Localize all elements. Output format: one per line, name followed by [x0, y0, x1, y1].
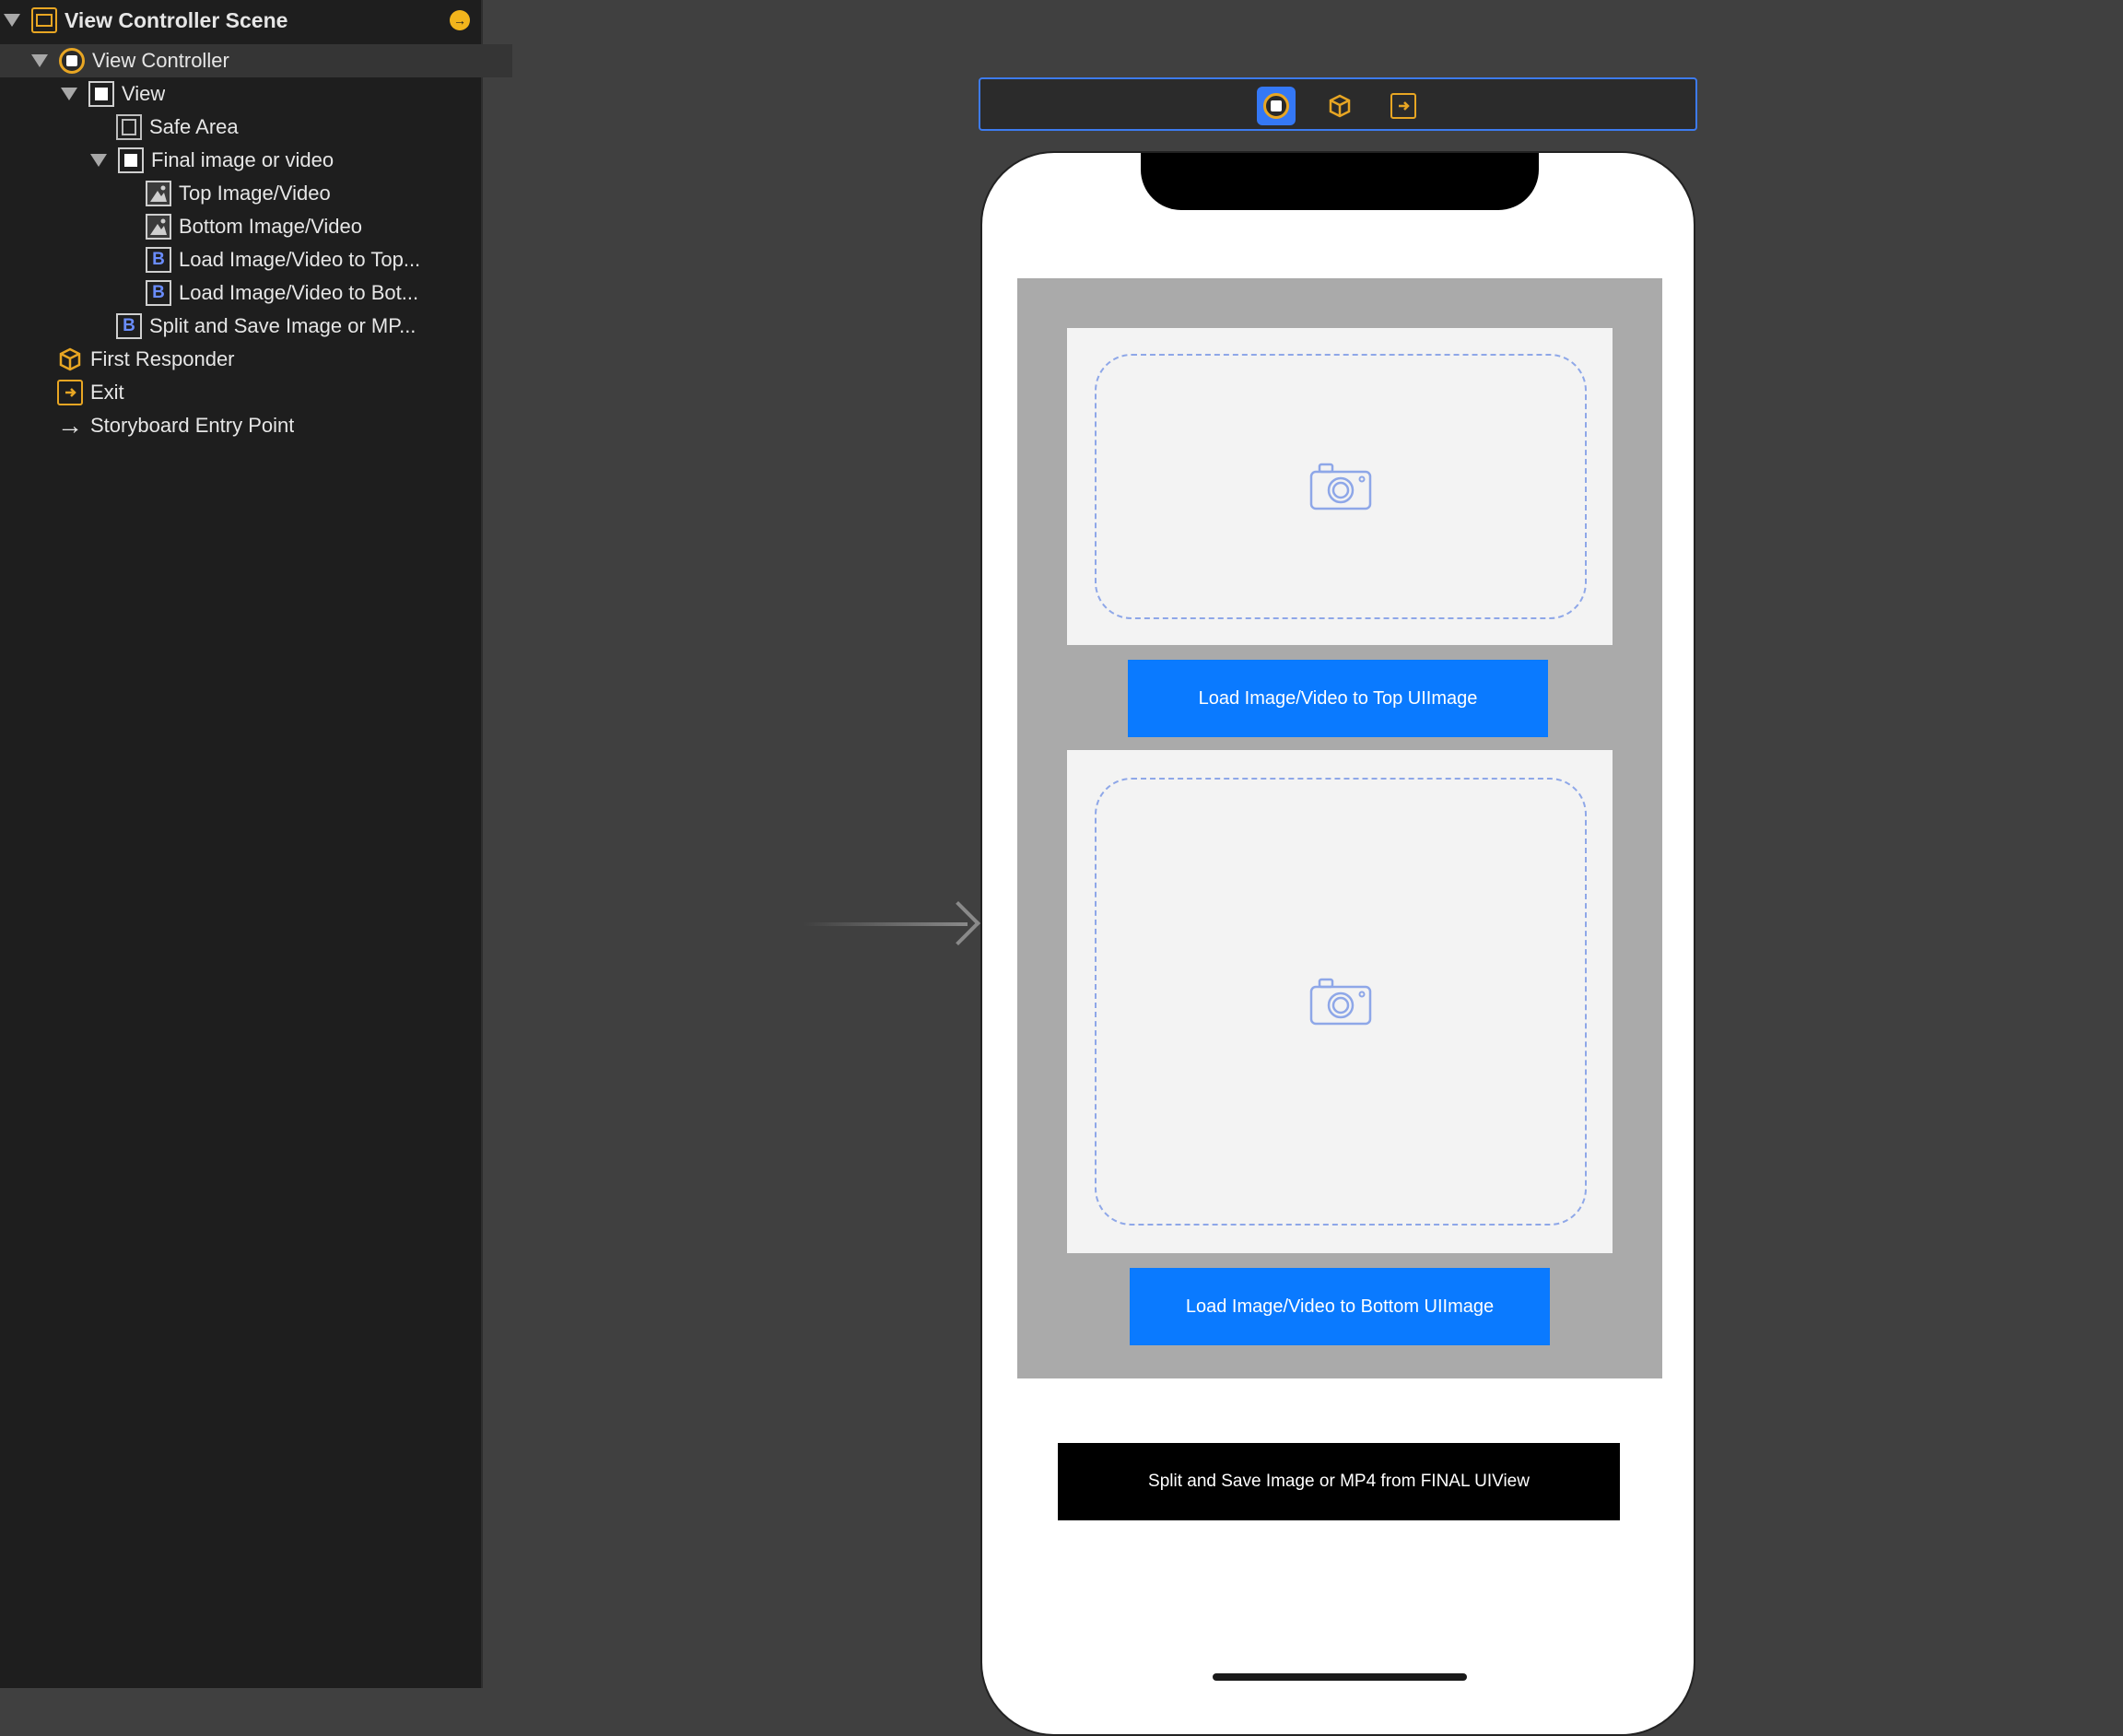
disclosure-triangle-icon[interactable]: [31, 54, 48, 67]
safe-area-icon: [116, 114, 142, 140]
first-responder-icon: [1329, 94, 1351, 118]
view-controller-icon: [1263, 93, 1289, 119]
first-responder-icon: [57, 346, 83, 372]
home-indicator: [1213, 1673, 1467, 1681]
outline-item-load-bottom-button[interactable]: B Load Image/Video to Bot...: [0, 276, 627, 310]
scene-icon: [31, 7, 57, 33]
button-icon: B: [146, 280, 171, 306]
outline-item-label: Split and Save Image or MP...: [149, 314, 416, 337]
dock-exit-button[interactable]: [1384, 87, 1423, 125]
outline-item-label: Bottom Image/Video: [179, 215, 362, 238]
outline-item-label: View Controller: [92, 49, 229, 72]
outline-item-storyboard-entry-point[interactable]: → Storyboard Entry Point: [0, 409, 538, 442]
outline-item-label: First Responder: [90, 347, 235, 370]
exit-icon: [1390, 93, 1416, 119]
arrow-right-icon: →: [57, 411, 83, 440]
outline-item-view-controller[interactable]: View Controller: [0, 44, 512, 77]
image-view-icon: [146, 214, 171, 240]
view-controller-icon: [59, 48, 85, 74]
load-top-button[interactable]: Load Image/Video to Top UIImage: [1128, 660, 1548, 737]
outline-item-load-top-button[interactable]: B Load Image/Video to Top...: [0, 243, 627, 276]
outline-item-label: Load Image/Video to Top...: [179, 248, 421, 271]
outline-item-split-save-button[interactable]: B Split and Save Image or MP...: [0, 310, 597, 343]
bottom-image-view[interactable]: [1067, 750, 1613, 1253]
view-icon: [118, 147, 144, 173]
entry-arrow-head-icon: [935, 900, 981, 946]
bottom-image-placeholder: [1095, 778, 1587, 1226]
document-outline: View Controller Scene → View Controller …: [0, 0, 512, 1688]
scene-jump-icon[interactable]: →: [450, 10, 470, 30]
outline-item-label: Load Image/Video to Bot...: [179, 281, 419, 304]
outline-item-view[interactable]: View: [0, 77, 542, 111]
outline-scene-row[interactable]: View Controller Scene →: [0, 4, 485, 37]
outline-item-safe-area[interactable]: Safe Area: [0, 111, 597, 144]
disclosure-triangle-icon[interactable]: [90, 154, 107, 167]
dock-view-controller-button[interactable]: [1257, 87, 1296, 125]
camera-icon: [1309, 463, 1372, 510]
outline-item-label: Final image or video: [151, 148, 334, 171]
load-bottom-button[interactable]: Load Image/Video to Bottom UIImage: [1130, 1268, 1550, 1345]
exit-icon: [57, 380, 83, 405]
outline-item-label: View: [122, 82, 166, 105]
outline-item-label: Exit: [90, 381, 124, 404]
top-image-view[interactable]: [1067, 328, 1613, 645]
top-image-placeholder: [1095, 354, 1587, 619]
device-notch: [1141, 153, 1539, 210]
view-icon: [88, 81, 114, 107]
outline-item-first-responder[interactable]: First Responder: [0, 343, 538, 376]
image-view-icon: [146, 181, 171, 206]
iphone-canvas[interactable]: Load Image/Video to Top UIImage Load Ima…: [980, 151, 1695, 1736]
outline-item-label: Top Image/Video: [179, 182, 331, 205]
outline-item-label: Storyboard Entry Point: [90, 414, 295, 437]
final-image-or-video-view[interactable]: Load Image/Video to Top UIImage Load Ima…: [1017, 278, 1662, 1378]
dock-first-responder-button[interactable]: [1320, 87, 1359, 125]
outline-scene-label: View Controller Scene: [65, 7, 288, 32]
outline-item-bottom-image-video[interactable]: Bottom Image/Video: [0, 210, 627, 243]
disclosure-triangle-icon[interactable]: [61, 88, 77, 100]
button-icon: B: [116, 313, 142, 339]
outline-item-exit[interactable]: Exit: [0, 376, 538, 409]
outline-item-top-image-video[interactable]: Top Image/Video: [0, 177, 627, 210]
disclosure-triangle-icon[interactable]: [4, 14, 20, 27]
scene-dock: [979, 77, 1697, 131]
outline-item-final-image-or-video[interactable]: Final image or video: [0, 144, 571, 177]
split-and-save-button[interactable]: Split and Save Image or MP4 from FINAL U…: [1058, 1443, 1620, 1520]
camera-icon: [1309, 978, 1372, 1026]
button-icon: B: [146, 247, 171, 273]
outline-item-label: Safe Area: [149, 115, 239, 138]
